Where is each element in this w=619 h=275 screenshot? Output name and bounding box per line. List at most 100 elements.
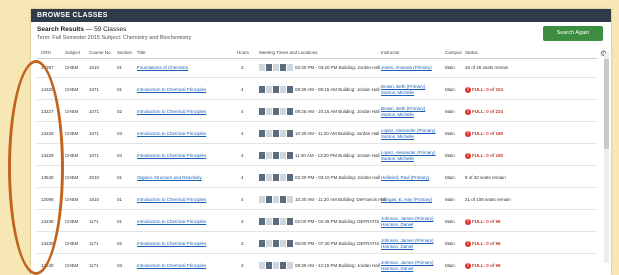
secondary-instructor[interactable]: Santos, Michelle: [381, 112, 414, 117]
vertical-scrollbar[interactable]: [604, 53, 609, 263]
column-header[interactable]: CRN: [41, 50, 51, 55]
status-full-badge[interactable]: ! FULL: 0 of 180: [465, 131, 503, 137]
secondary-instructor[interactable]: Harrison, Daniel: [381, 244, 413, 249]
section-cell: 01: [117, 65, 123, 70]
day-indicator: [287, 196, 293, 203]
column-header[interactable]: Course No.: [89, 50, 112, 55]
course-title-link[interactable]: Introduction to Chemical Principles: [137, 219, 206, 224]
secondary-instructor[interactable]: Harrison, Daniel: [381, 266, 413, 271]
search-again-button[interactable]: Search Again: [543, 26, 603, 41]
campus-cell: Main: [445, 65, 455, 70]
hours-cell: 4: [241, 197, 244, 202]
campus-cell: Main: [445, 153, 455, 158]
course-title-link[interactable]: Introduction to Chemical Principles: [137, 153, 206, 158]
subject-cell: CHEM: [65, 263, 79, 268]
day-indicator: [266, 64, 272, 71]
course-number-cell: 1171: [89, 219, 99, 224]
campus-cell: Main: [445, 219, 455, 224]
day-indicator: [259, 152, 265, 159]
column-header[interactable]: Subject: [65, 50, 80, 55]
day-indicator: [280, 86, 286, 93]
column-header[interactable]: Title: [137, 50, 145, 55]
table-row[interactable]: 13239 CHEM 1171 02 Introduction to Chemical …: [37, 235, 597, 254]
column-header[interactable]: Meeting Times and Locations: [259, 50, 318, 55]
table-row[interactable]: 13240 CHEM 1171 03 Introduction to Chemical …: [37, 257, 597, 275]
table-row[interactable]: 12099 CHEM 1610 01 Introduction to Chemical …: [37, 191, 597, 210]
course-title-link[interactable]: Introduction to Chemical Principles: [137, 87, 206, 92]
status-full-badge[interactable]: ! FULL: 0 of 96: [465, 241, 501, 247]
day-indicator: [266, 174, 272, 181]
instructor-link[interactable]: Jones, Amanda (Primary): [381, 65, 432, 71]
browse-classes-panel: BROWSE CLASSES Search Results — 59 Class…: [31, 9, 611, 275]
day-indicator: [273, 218, 279, 225]
day-indicator: [266, 196, 272, 203]
table-row[interactable]: 13238 CHEM 1171 01 Introduction to Chemical …: [37, 213, 597, 232]
instructor-link[interactable]: Hellwind, Paul (Primary): [381, 175, 429, 181]
secondary-instructor[interactable]: Santos, Michelle: [381, 90, 414, 95]
course-title-link[interactable]: Introduction to Chemical Principles: [137, 197, 206, 202]
instructor-link[interactable]: Lopez, Alexander (Primary) Santos, Michel…: [381, 128, 436, 140]
day-indicator: [287, 218, 293, 225]
secondary-instructor[interactable]: Santos, Michelle: [381, 134, 414, 139]
table-row[interactable]: 13540 CHEM 2010 01 Organic Structure and Rea…: [37, 169, 597, 188]
day-indicator: [273, 262, 279, 269]
scrollbar-thumb[interactable]: [604, 59, 609, 149]
instructor-link[interactable]: Brown, Beth (Primary) Santos, Michelle: [381, 106, 425, 118]
column-header[interactable]: Hours: [237, 50, 249, 55]
table-row[interactable]: 13228 CHEM 1071 03 Introduction to Chemical …: [37, 125, 597, 144]
hours-cell: 4: [241, 153, 244, 158]
day-indicator: [259, 86, 265, 93]
day-indicator: [273, 174, 279, 181]
course-title-link[interactable]: Foundations of Chemistry: [137, 65, 188, 70]
secondary-instructor[interactable]: Harrison, Daniel: [381, 222, 413, 227]
day-indicator: [266, 86, 272, 93]
column-header[interactable]: Status: [465, 50, 478, 55]
term-line: Term: Fall Semester 2015 Subject: Chemis…: [37, 35, 192, 41]
alert-icon: !: [465, 219, 471, 225]
results-title: Search Results: [37, 26, 84, 33]
day-indicator: [259, 108, 265, 115]
column-header[interactable]: Instructor: [381, 50, 400, 55]
section-cell: 01: [117, 87, 123, 92]
day-indicator: [266, 108, 272, 115]
table-row[interactable]: 13227 CHEM 1071 02 Introduction to Chemical …: [37, 103, 597, 122]
day-indicator: [280, 196, 286, 203]
instructor-link[interactable]: Brown, Beth (Primary) Santos, Michelle: [381, 84, 425, 96]
results-count: 59 Classes: [94, 26, 127, 33]
course-number-cell: 1010: [89, 65, 100, 70]
status-full-badge[interactable]: ! FULL: 0 of 224: [465, 87, 503, 93]
table-row[interactable]: 17397 CHEM 1010 01 Foundations of Chemistry 3…: [37, 59, 597, 78]
day-indicator: [287, 240, 293, 247]
instructor-link[interactable]: Johnson, James (Primary) Harrison, Daniel: [381, 238, 434, 250]
instructor-link[interactable]: Johnson, James (Primary) Harrison, Daniel: [381, 260, 434, 272]
search-results-summary: Search Results — 59 Classes Term: Fall S…: [37, 26, 192, 41]
column-header[interactable]: Section: [117, 50, 132, 55]
campus-cell: Main: [445, 263, 455, 268]
course-number-cell: 1071: [89, 153, 100, 158]
status-full-badge[interactable]: ! FULL: 0 of 96: [465, 263, 501, 269]
instructor-link[interactable]: Lopez, Alexander (Primary) Santos, Michel…: [381, 150, 436, 162]
day-indicator: [273, 86, 279, 93]
course-number-cell: 1071: [89, 109, 100, 114]
column-header[interactable]: Campus: [445, 50, 462, 55]
status-full-badge[interactable]: ! FULL: 0 of 180: [465, 153, 503, 159]
course-title-link[interactable]: Introduction to Chemical Principles: [137, 263, 206, 268]
day-indicator: [266, 218, 272, 225]
campus-cell: Main: [445, 109, 455, 114]
course-title-link[interactable]: Introduction to Chemical Principles: [137, 241, 206, 246]
course-title-link[interactable]: Introduction to Chemical Principles: [137, 109, 206, 114]
meeting-time-cell: 02:30 PM - 03:10 PM Building: Jordan Hal…: [295, 175, 381, 180]
secondary-instructor[interactable]: Santos, Michelle: [381, 156, 414, 161]
course-title-link[interactable]: Introduction to Chemical Principles: [137, 131, 206, 136]
course-number-cell: 1071: [89, 131, 100, 136]
instructor-link[interactable]: Johnson, James (Primary) Harrison, Daniel: [381, 216, 434, 228]
status-full-badge[interactable]: ! FULL: 0 of 224: [465, 109, 503, 115]
campus-cell: Main: [445, 241, 455, 246]
table-row[interactable]: 13229 CHEM 1071 04 Introduction to Chemical …: [37, 147, 597, 166]
subject-cell: CHEM: [65, 131, 79, 136]
status-full-badge[interactable]: ! FULL: 0 of 96: [465, 219, 501, 225]
table-row[interactable]: 14220 CHEM 1071 01 Introduction to Chemical …: [37, 81, 597, 100]
instructor-link[interactable]: Kangas, E. Hay (Primary): [381, 197, 432, 203]
hours-cell: 4: [241, 175, 244, 180]
course-title-link[interactable]: Organic Structure and Reactivity: [137, 175, 202, 180]
